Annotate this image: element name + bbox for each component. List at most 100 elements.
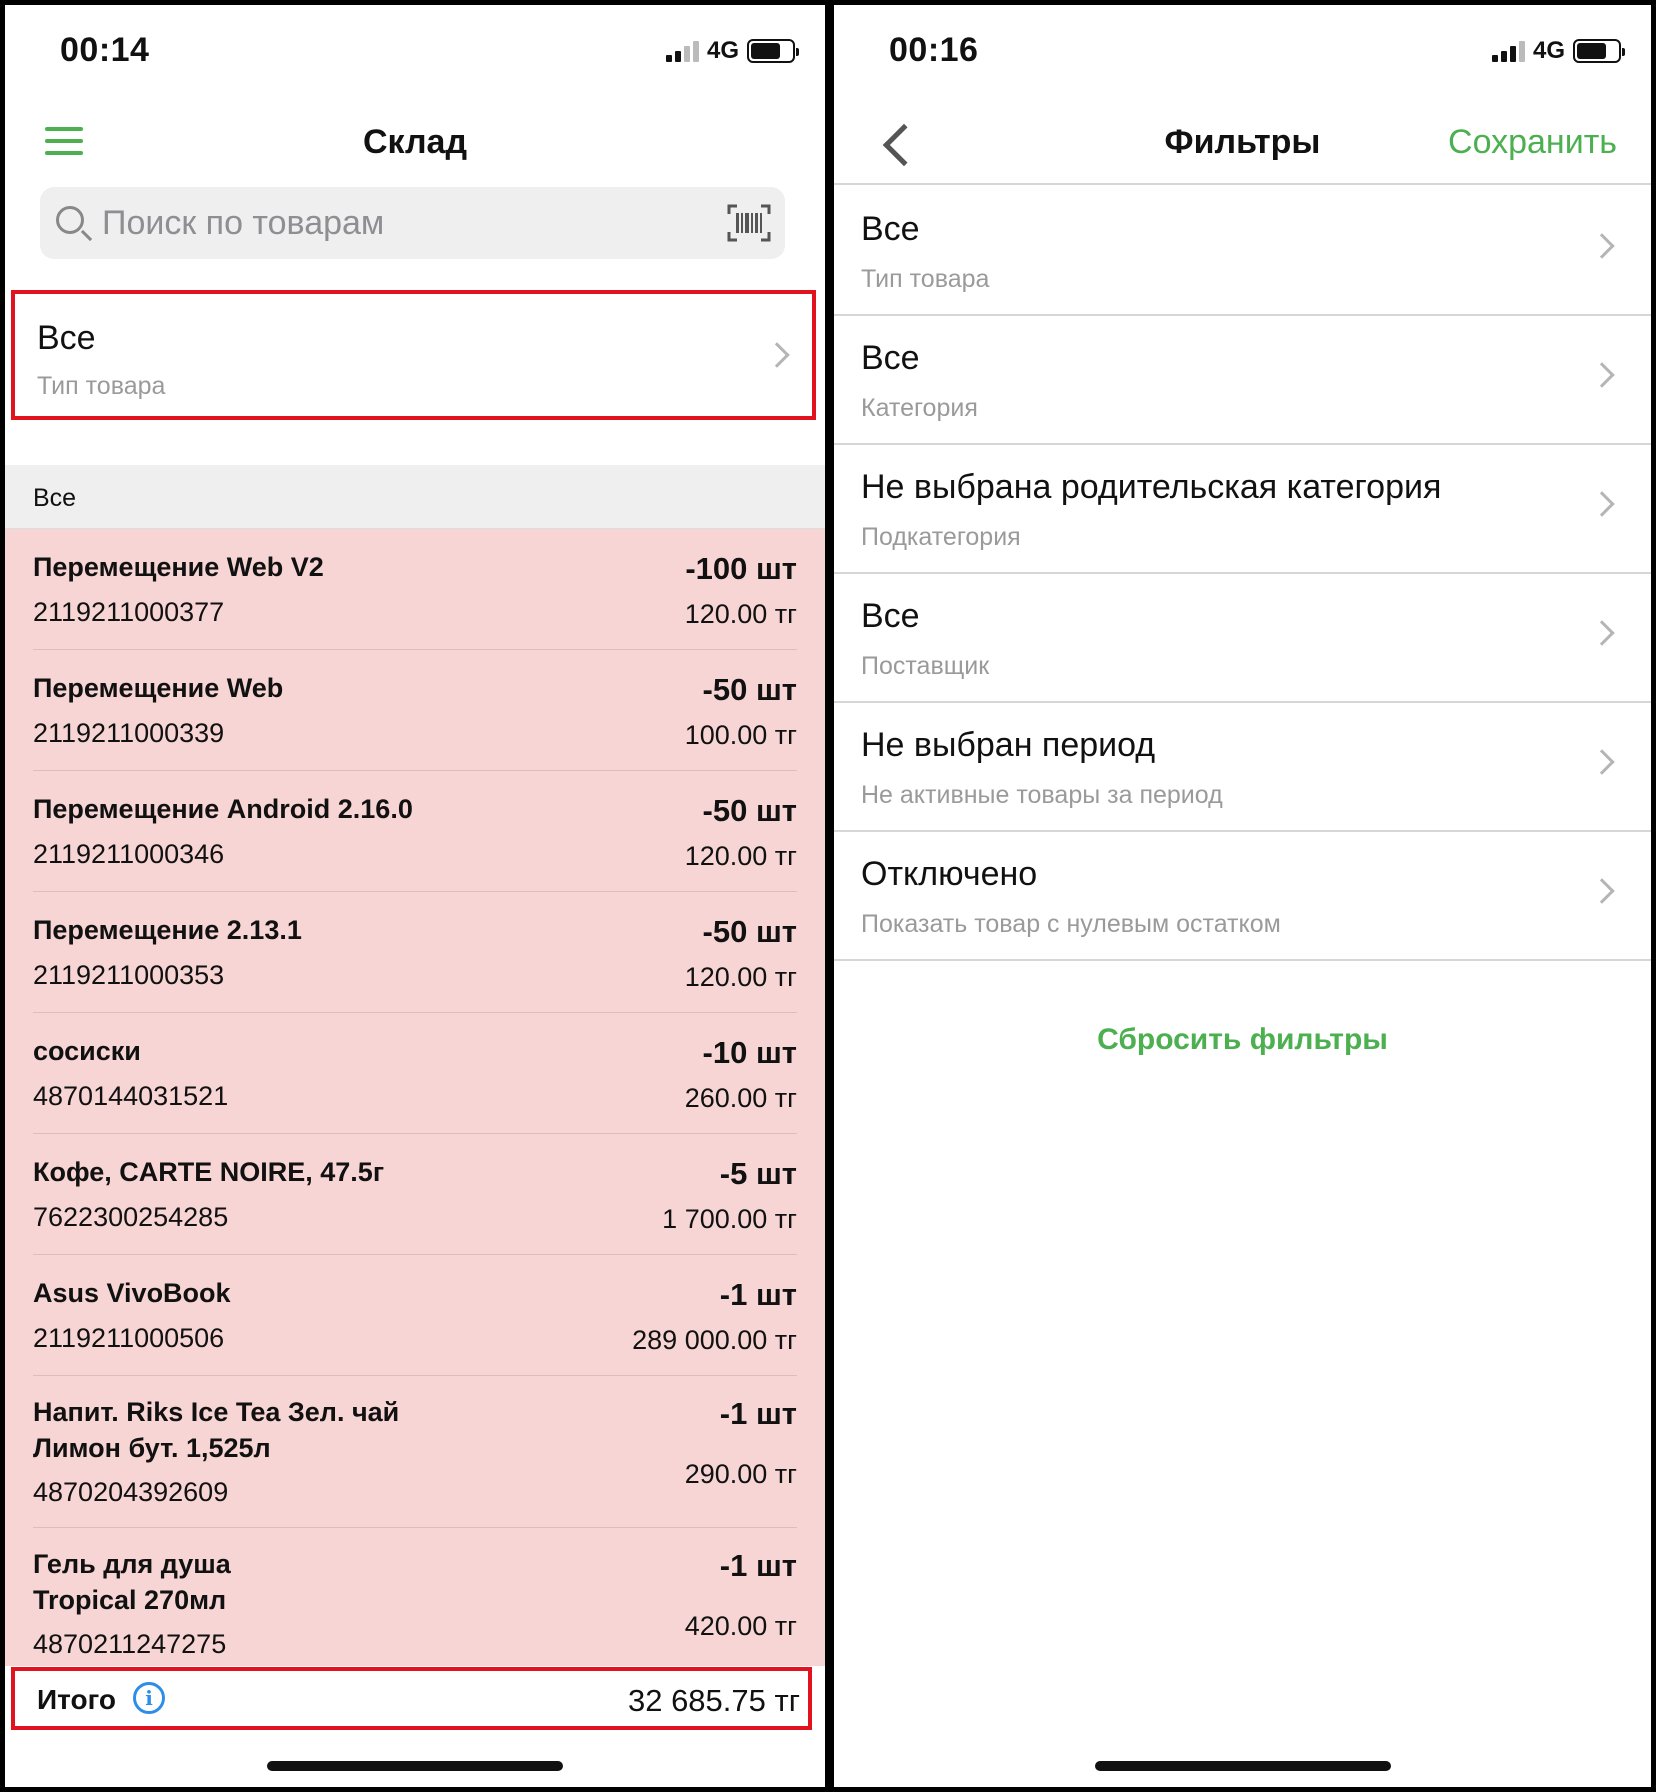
product-name: Кофе, CARTE NOIRE, 47.5г	[33, 1157, 385, 1187]
product-type-filter[interactable]: Все Тип товара	[11, 290, 816, 420]
product-quantity: -50 шт	[702, 793, 797, 828]
product-list: Перемещение Web V2 2119211000377 -100 шт…	[5, 529, 825, 1666]
product-barcode: 7622300254285	[33, 1202, 229, 1232]
section-header: Все	[5, 465, 825, 529]
list-item[interactable]: Перемещение Web V2 2119211000377 -100 шт…	[33, 529, 797, 650]
product-quantity: -5 шт	[719, 1156, 797, 1191]
list-item[interactable]: Напит. Riks Ice Tea Зел. чай Лимон бут. …	[33, 1376, 797, 1528]
status-bar: 00:16 4G	[834, 5, 1651, 95]
status-bar: 00:14 4G	[5, 5, 825, 95]
home-indicator	[1094, 1761, 1391, 1771]
product-name: сосиски	[33, 1036, 141, 1066]
filter-supplier[interactable]: Все Поставщик	[834, 574, 1651, 703]
save-button[interactable]: Сохранить	[1448, 123, 1617, 162]
product-name-line: Tropical 270мл	[33, 1585, 227, 1615]
network-type: 4G	[706, 37, 739, 64]
navigation-bar: Склад	[5, 105, 825, 185]
filter-label: Подкатегория	[861, 523, 1021, 551]
product-name: Перемещение Web	[33, 673, 284, 703]
filter-value: Отключено	[861, 855, 1038, 893]
filters-screen: 00:16 4G Фильтры Сохранить Все Тип товар…	[834, 5, 1651, 1787]
list-item[interactable]: Перемещение Android 2.16.0 2119211000346…	[33, 771, 797, 892]
list-item[interactable]: Перемещение 2.13.1 2119211000353 -50 шт …	[33, 892, 797, 1013]
product-price: 120.00 тг	[684, 962, 797, 992]
chevron-right-icon	[1589, 362, 1615, 388]
home-indicator	[267, 1761, 563, 1771]
filter-value: Не выбрана родительская категория	[861, 468, 1442, 506]
product-name: Перемещение Android 2.16.0	[33, 794, 413, 824]
filter-label: Поставщик	[861, 652, 990, 680]
list-item[interactable]: Кофе, CARTE NOIRE, 47.5г 7622300254285 -…	[33, 1134, 797, 1255]
product-name: Перемещение Web V2	[33, 552, 324, 582]
product-price: 100.00 тг	[684, 720, 797, 750]
page-title: Склад	[362, 123, 468, 161]
product-price: 120.00 тг	[684, 841, 797, 871]
product-price: 1 700.00 тг	[662, 1204, 797, 1234]
filter-value: Все	[861, 339, 920, 377]
list-item[interactable]: Asus VivoBook 2119211000506 -1 шт 289 00…	[33, 1255, 797, 1376]
info-icon[interactable]: i	[133, 1682, 165, 1714]
chevron-right-icon	[1589, 233, 1615, 259]
product-quantity: -1 шт	[719, 1396, 797, 1431]
battery-icon	[1573, 39, 1625, 63]
product-price: 260.00 тг	[684, 1083, 797, 1113]
product-barcode: 2119211000346	[33, 839, 225, 869]
filter-value: Все	[861, 210, 920, 248]
filter-category[interactable]: Все Категория	[834, 316, 1651, 445]
product-name-line: Напит. Riks Ice Tea Зел. чай	[33, 1397, 400, 1427]
list-item[interactable]: сосиски 4870144031521 -10 шт 260.00 тг	[33, 1013, 797, 1134]
filter-label: Тип товара	[37, 372, 166, 400]
chevron-right-icon	[764, 342, 790, 368]
search-bar	[40, 187, 785, 259]
chevron-right-icon	[1589, 749, 1615, 775]
product-barcode: 2119211000506	[33, 1323, 225, 1353]
total-bar: Итого i 32 685.75 тг	[11, 1667, 812, 1730]
product-barcode: 4870144031521	[33, 1081, 229, 1111]
filter-subcategory[interactable]: Не выбрана родительская категория Подкат…	[834, 445, 1651, 574]
product-barcode: 4870211247275	[33, 1629, 227, 1659]
product-price: 290.00 тг	[684, 1459, 797, 1489]
battery-icon	[747, 39, 799, 63]
product-quantity: -1 шт	[719, 1548, 797, 1583]
search-icon	[56, 206, 84, 234]
list-item[interactable]: Гель для душа Tropical 270мл 48702112472…	[33, 1528, 797, 1666]
list-item[interactable]: Перемещение Web 2119211000339 -50 шт 100…	[33, 650, 797, 771]
filter-product-type[interactable]: Все Тип товара	[834, 187, 1651, 316]
product-quantity: -10 шт	[702, 1035, 797, 1070]
product-price: 420.00 тг	[684, 1611, 797, 1641]
reset-filters-button[interactable]: Сбросить фильтры	[834, 1023, 1651, 1057]
product-name: Перемещение 2.13.1	[33, 915, 302, 945]
total-label: Итого	[37, 1684, 116, 1715]
product-quantity: -1 шт	[719, 1277, 797, 1312]
warehouse-screen: 00:14 4G Склад Все Тип товара Все	[5, 5, 825, 1787]
product-quantity: -50 шт	[702, 672, 797, 707]
product-price: 289 000.00 тг	[632, 1325, 797, 1355]
product-name: Asus VivoBook	[33, 1278, 231, 1308]
search-input[interactable]	[102, 187, 702, 259]
signal-icon	[1491, 40, 1525, 62]
chevron-right-icon	[1589, 491, 1615, 517]
product-quantity: -100 шт	[685, 551, 797, 586]
product-price: 120.00 тг	[684, 599, 797, 629]
status-time: 00:16	[889, 31, 979, 69]
chevron-right-icon	[1589, 878, 1615, 904]
chevron-right-icon	[1589, 620, 1615, 646]
product-name-line: Гель для душа	[33, 1549, 231, 1579]
product-name: Гель для душа Tropical 270мл	[33, 1546, 231, 1618]
navigation-bar: Фильтры Сохранить	[834, 105, 1651, 185]
filter-value: Все	[37, 319, 96, 357]
product-barcode: 4870204392609	[33, 1477, 229, 1507]
filter-value: Не выбран период	[861, 726, 1156, 764]
filter-inactive-period[interactable]: Не выбран период Не активные товары за п…	[834, 703, 1651, 832]
filter-label: Категория	[861, 394, 978, 422]
network-type: 4G	[1532, 37, 1565, 64]
barcode-scan-icon[interactable]	[727, 204, 771, 242]
product-barcode: 2119211000377	[33, 597, 225, 627]
filter-value: Все	[861, 597, 920, 635]
status-time: 00:14	[60, 31, 150, 69]
total-value: 32 685.75 тг	[627, 1683, 800, 1718]
product-quantity: -50 шт	[702, 914, 797, 949]
product-barcode: 2119211000339	[33, 718, 225, 748]
filter-label: Тип товара	[861, 265, 990, 293]
filter-zero-stock[interactable]: Отключено Показать товар с нулевым остат…	[834, 832, 1651, 961]
